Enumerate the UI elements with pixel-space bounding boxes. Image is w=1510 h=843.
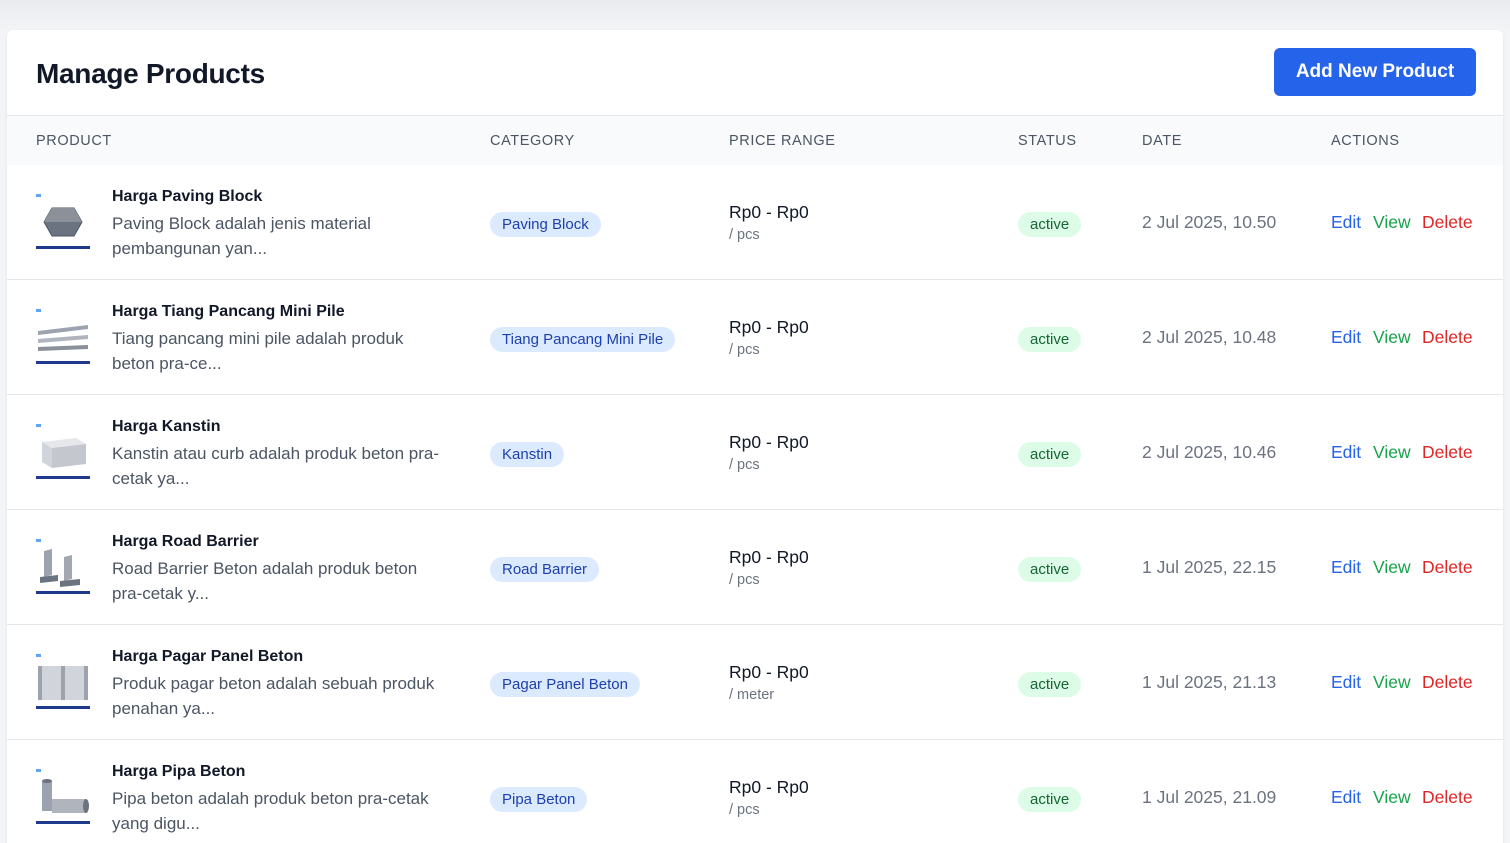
delete-link[interactable]: Delete bbox=[1422, 327, 1473, 348]
edit-link[interactable]: Edit bbox=[1331, 327, 1361, 348]
date-cell: 2 Jul 2025, 10.46 bbox=[1142, 442, 1277, 462]
category-badge: Pipa Beton bbox=[490, 787, 588, 812]
product-description: Road Barrier Beton adalah produk beton p… bbox=[112, 559, 418, 603]
concrete-pipe-image bbox=[36, 769, 90, 824]
table-row: Harga Pipa Beton Pipa beton adalah produ… bbox=[7, 740, 1503, 843]
date-cell: 2 Jul 2025, 10.48 bbox=[1142, 327, 1277, 347]
edit-link[interactable]: Edit bbox=[1331, 557, 1361, 578]
column-header-category: CATEGORY bbox=[490, 133, 575, 149]
product-name: Harga Tiang Pancang Mini Pile bbox=[112, 303, 345, 320]
date-cell: 1 Jul 2025, 21.09 bbox=[1142, 787, 1277, 807]
table-header: PRODUCT CATEGORY PRICE RANGE STATUS DATE… bbox=[7, 116, 1503, 165]
price-unit: / pcs bbox=[729, 802, 760, 818]
price-unit: / pcs bbox=[729, 457, 760, 473]
price-range: Rp0 - Rp0 bbox=[729, 777, 809, 797]
table-row: Harga Road Barrier Road Barrier Beton ad… bbox=[7, 510, 1503, 625]
table-row: Harga Paving Block Paving Block adalah j… bbox=[7, 165, 1503, 280]
price-range: Rp0 - Rp0 bbox=[729, 547, 809, 567]
category-badge: Paving Block bbox=[490, 212, 601, 237]
view-link[interactable]: View bbox=[1373, 212, 1411, 233]
product-name: Harga Kanstin bbox=[112, 418, 221, 435]
price-range: Rp0 - Rp0 bbox=[729, 432, 809, 452]
status-badge: active bbox=[1018, 442, 1082, 467]
price-range: Rp0 - Rp0 bbox=[729, 202, 809, 222]
road-barrier-image bbox=[36, 539, 90, 594]
product-name: Harga Road Barrier bbox=[112, 533, 259, 550]
price-unit: / meter bbox=[729, 687, 775, 703]
product-name: Harga Pagar Panel Beton bbox=[112, 648, 304, 665]
product-name: Harga Paving Block bbox=[112, 188, 263, 205]
category-badge: Kanstin bbox=[490, 442, 565, 467]
add-new-product-button[interactable]: Add New Product bbox=[1274, 48, 1476, 96]
product-name: Harga Pipa Beton bbox=[112, 763, 246, 780]
view-link[interactable]: View bbox=[1373, 787, 1411, 808]
top-bar-shadow bbox=[0, 0, 1510, 30]
table-row: Harga Pagar Panel Beton Produk pagar bet… bbox=[7, 625, 1503, 740]
product-description: Produk pagar beton adalah sebuah produk … bbox=[112, 674, 435, 718]
category-badge: Tiang Pancang Mini Pile bbox=[490, 327, 676, 352]
column-header-date: DATE bbox=[1142, 133, 1182, 149]
category-badge: Road Barrier bbox=[490, 557, 600, 582]
category-badge: Pagar Panel Beton bbox=[490, 672, 640, 697]
edit-link[interactable]: Edit bbox=[1331, 787, 1361, 808]
date-cell: 2 Jul 2025, 10.50 bbox=[1142, 212, 1277, 232]
status-badge: active bbox=[1018, 787, 1082, 812]
page-title: Manage Products bbox=[36, 58, 265, 89]
date-cell: 1 Jul 2025, 22.15 bbox=[1142, 557, 1277, 577]
view-link[interactable]: View bbox=[1373, 672, 1411, 693]
paving-block-image bbox=[36, 194, 90, 249]
panel-fence-image bbox=[36, 654, 90, 709]
table-row: Harga Tiang Pancang Mini Pile Tiang panc… bbox=[7, 280, 1503, 395]
price-range: Rp0 - Rp0 bbox=[729, 317, 809, 337]
status-badge: active bbox=[1018, 557, 1082, 582]
delete-link[interactable]: Delete bbox=[1422, 442, 1473, 463]
column-header-actions: ACTIONS bbox=[1331, 133, 1400, 149]
status-badge: active bbox=[1018, 672, 1082, 697]
view-link[interactable]: View bbox=[1373, 442, 1411, 463]
delete-link[interactable]: Delete bbox=[1422, 212, 1473, 233]
price-unit: / pcs bbox=[729, 342, 760, 358]
price-range: Rp0 - Rp0 bbox=[729, 662, 809, 682]
column-header-product: PRODUCT bbox=[36, 133, 112, 149]
delete-link[interactable]: Delete bbox=[1422, 787, 1473, 808]
view-link[interactable]: View bbox=[1373, 327, 1411, 348]
status-badge: active bbox=[1018, 327, 1082, 352]
price-unit: / pcs bbox=[729, 227, 760, 243]
column-header-price-range: PRICE RANGE bbox=[729, 133, 836, 149]
delete-link[interactable]: Delete bbox=[1422, 672, 1473, 693]
card-header: Manage Products Add New Product bbox=[7, 30, 1503, 116]
edit-link[interactable]: Edit bbox=[1331, 442, 1361, 463]
product-description: Kanstin atau curb adalah produk beton pr… bbox=[112, 444, 440, 488]
view-link[interactable]: View bbox=[1373, 557, 1411, 578]
date-cell: 1 Jul 2025, 21.13 bbox=[1142, 672, 1277, 692]
column-header-status: STATUS bbox=[1018, 133, 1077, 149]
edit-link[interactable]: Edit bbox=[1331, 212, 1361, 233]
kanstin-image bbox=[36, 424, 90, 479]
product-description: Tiang pancang mini pile adalah produk be… bbox=[112, 329, 404, 373]
product-description: Pipa beton adalah produk beton pra-cetak… bbox=[112, 789, 429, 833]
edit-link[interactable]: Edit bbox=[1331, 672, 1361, 693]
table-row: Harga Kanstin Kanstin atau curb adalah p… bbox=[7, 395, 1503, 510]
status-badge: active bbox=[1018, 212, 1082, 237]
products-card: Manage Products Add New Product PRODUCT … bbox=[7, 30, 1503, 843]
mini-pile-image bbox=[36, 309, 90, 364]
price-unit: / pcs bbox=[729, 572, 760, 588]
delete-link[interactable]: Delete bbox=[1422, 557, 1473, 578]
product-description: Paving Block adalah jenis material pemba… bbox=[112, 214, 371, 258]
